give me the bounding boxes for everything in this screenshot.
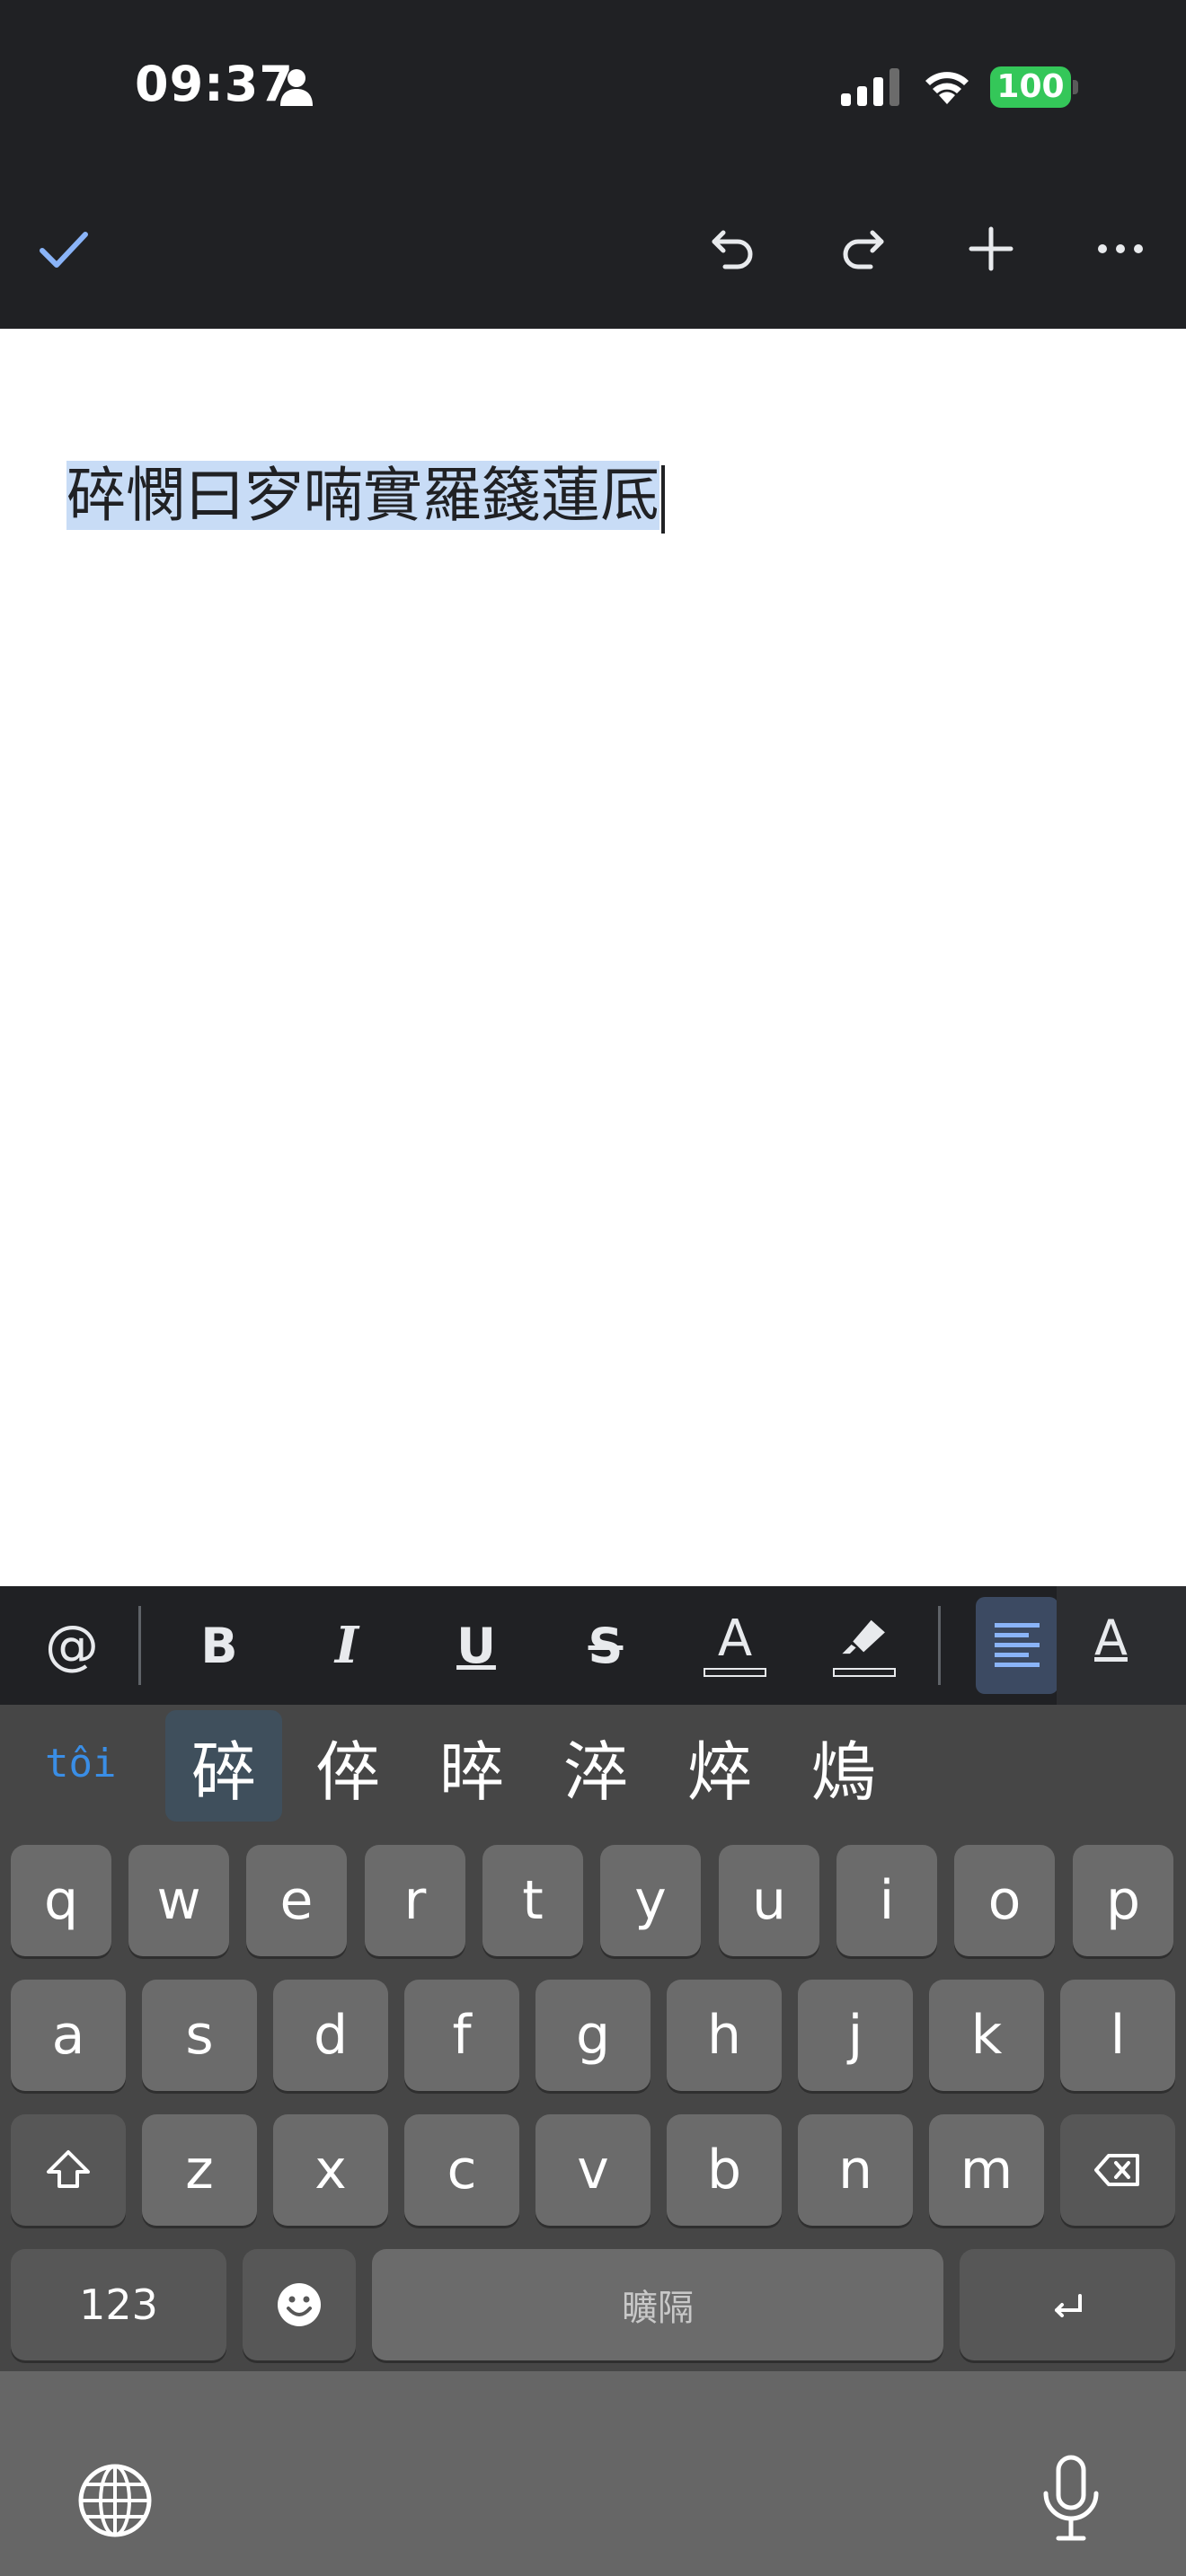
align-left-icon — [995, 1623, 1040, 1667]
text-color-swatch — [704, 1668, 766, 1677]
shift-key[interactable] — [11, 2114, 126, 2226]
battery-icon: 100 — [990, 66, 1078, 108]
key-n[interactable]: n — [798, 2114, 913, 2226]
battery-level: 100 — [990, 66, 1071, 108]
emoji-icon — [278, 2283, 321, 2326]
at-sign-label: @ — [45, 1614, 99, 1677]
key-k[interactable]: k — [929, 1980, 1044, 2091]
plus-icon — [969, 226, 1013, 271]
italic-label: I — [334, 1616, 359, 1675]
key-q[interactable]: q — [11, 1845, 111, 1956]
mention-button[interactable]: @ — [18, 1586, 126, 1705]
numbers-key[interactable]: 123 — [11, 2249, 226, 2360]
shift-icon — [47, 2150, 90, 2188]
text-cursor — [661, 464, 665, 534]
underline-button[interactable]: U — [422, 1586, 530, 1705]
undo-button[interactable] — [694, 208, 774, 289]
candidate-5[interactable]: 焠 — [661, 1710, 778, 1822]
emoji-key[interactable] — [243, 2249, 356, 2360]
key-f[interactable]: f — [404, 1980, 519, 2091]
format-bar: @ B I U S A A — [0, 1586, 1186, 1705]
key-d[interactable]: d — [273, 1980, 388, 2091]
strikethrough-label: S — [588, 1617, 624, 1674]
key-x[interactable]: x — [273, 2114, 388, 2226]
person-icon — [280, 69, 313, 106]
key-u[interactable]: u — [719, 1845, 819, 1956]
status-time: 09:37 — [135, 56, 294, 112]
return-icon — [1055, 2294, 1082, 2317]
key-l[interactable]: l — [1060, 1980, 1175, 2091]
key-v[interactable]: v — [535, 2114, 651, 2226]
editor-toolbar — [0, 171, 1186, 329]
document-paragraph[interactable]: 碎憫曰穸喃實羅籛蓮厎 — [66, 454, 665, 537]
format-divider — [938, 1606, 941, 1685]
key-w[interactable]: w — [128, 1845, 229, 1956]
keyboard-bottom-bar — [0, 2371, 1186, 2576]
key-g[interactable]: g — [535, 1980, 651, 2091]
checkmark-icon — [40, 232, 88, 268]
candidate-bar: tôi 碎 倅 晬 淬 焠 熓 — [0, 1705, 1186, 1843]
return-key[interactable] — [960, 2249, 1175, 2360]
done-button[interactable] — [23, 208, 104, 289]
bold-label: B — [200, 1617, 238, 1674]
key-h[interactable]: h — [667, 1980, 782, 2091]
backspace-icon — [1094, 2154, 1139, 2186]
italic-button[interactable]: I — [293, 1586, 401, 1705]
composition-text: tôi — [45, 1741, 117, 1786]
strikethrough-button[interactable]: S — [552, 1586, 659, 1705]
key-r[interactable]: r — [365, 1845, 465, 1956]
candidate-1[interactable]: 碎 — [165, 1710, 282, 1822]
text-style-button[interactable]: A — [1057, 1586, 1186, 1705]
highlighter-icon — [842, 1619, 885, 1654]
globe-icon[interactable] — [75, 2461, 155, 2540]
insert-button[interactable] — [951, 208, 1031, 289]
key-p[interactable]: p — [1073, 1845, 1173, 1956]
key-c[interactable]: c — [404, 2114, 519, 2226]
backspace-key[interactable] — [1060, 2114, 1175, 2226]
key-y[interactable]: y — [600, 1845, 701, 1956]
signal-icon — [841, 68, 899, 106]
candidate-6[interactable]: 熓 — [785, 1710, 902, 1822]
microphone-icon[interactable] — [1037, 2454, 1105, 2544]
more-options-button[interactable] — [1080, 208, 1161, 289]
battery-cap — [1073, 80, 1078, 94]
redo-icon — [843, 230, 884, 269]
key-b[interactable]: b — [667, 2114, 782, 2226]
underline-label: U — [456, 1617, 496, 1674]
key-e[interactable]: e — [246, 1845, 347, 1956]
undo-icon — [712, 230, 753, 269]
bold-button[interactable]: B — [165, 1586, 273, 1705]
keyboard: tôi 碎 倅 晬 淬 焠 熓 q w e r t y u i o p a s … — [0, 1705, 1186, 2576]
key-s[interactable]: s — [142, 1980, 257, 2091]
key-t[interactable]: t — [482, 1845, 583, 1956]
wifi-icon — [925, 72, 969, 104]
key-a[interactable]: a — [11, 1980, 126, 2091]
highlight-button[interactable] — [810, 1586, 918, 1705]
selected-text[interactable]: 碎憫曰穸喃實羅籛蓮厎 — [66, 461, 659, 530]
key-i[interactable]: i — [836, 1845, 937, 1956]
status-bar: 09:37 100 — [0, 0, 1186, 171]
align-left-button[interactable] — [976, 1597, 1058, 1694]
text-color-button[interactable]: A — [681, 1586, 789, 1705]
candidate-3[interactable]: 晬 — [413, 1710, 530, 1822]
key-z[interactable]: z — [142, 2114, 257, 2226]
space-key[interactable]: 曠隔 — [372, 2249, 943, 2360]
candidate-4[interactable]: 淬 — [537, 1710, 654, 1822]
key-m[interactable]: m — [929, 2114, 1044, 2226]
more-icon — [1098, 244, 1143, 253]
highlight-swatch — [833, 1668, 896, 1677]
key-j[interactable]: j — [798, 1980, 913, 2091]
text-style-label: A — [1094, 1610, 1128, 1666]
redo-button[interactable] — [821, 208, 902, 289]
key-o[interactable]: o — [954, 1845, 1055, 1956]
format-divider — [138, 1606, 141, 1685]
text-color-label: A — [717, 1610, 753, 1668]
candidate-2[interactable]: 倅 — [289, 1710, 406, 1822]
document-canvas[interactable]: 碎憫曰穸喃實羅籛蓮厎 — [0, 329, 1186, 1586]
